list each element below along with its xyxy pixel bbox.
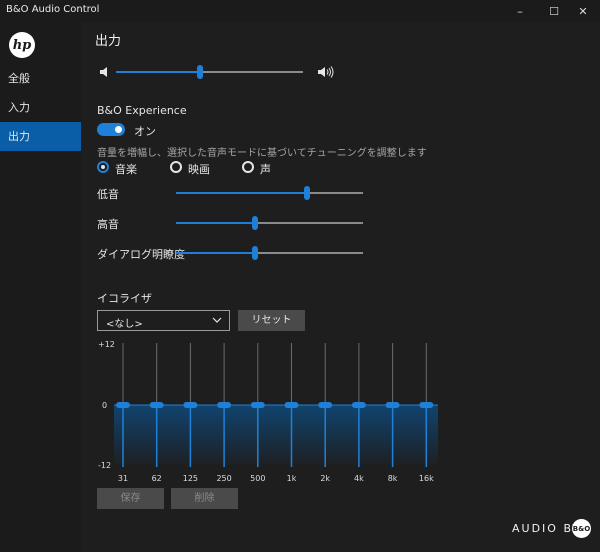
eq-band-frequency-label: 31 (118, 474, 128, 483)
slider-thumb[interactable] (251, 246, 258, 260)
slider-thumb[interactable] (197, 65, 204, 79)
eq-band-thumb[interactable] (385, 402, 400, 408)
delete-button[interactable]: 削除 (171, 488, 238, 509)
radio-movie[interactable] (170, 161, 182, 173)
sidebar-item-label: 出力 (8, 130, 30, 143)
sidebar: hp 全般 入力 出力 (0, 22, 81, 552)
bass-label: 低音 (97, 188, 119, 201)
eq-preset-value: <なし> (106, 319, 143, 330)
volume-slider[interactable] (116, 65, 303, 79)
slider-thumb[interactable] (303, 186, 310, 200)
eq-band-thumb[interactable] (318, 402, 333, 408)
speaker-high-icon[interactable] (317, 65, 335, 79)
sidebar-item-label: 全般 (8, 72, 30, 85)
slider-fill (176, 222, 255, 224)
eq-scale-mid-label: 0 (102, 401, 107, 410)
eq-band-frequency-label: 1k (287, 474, 297, 483)
slider-fill (176, 252, 255, 254)
sidebar-item-general[interactable]: 全般 (0, 64, 81, 93)
brand-text: AUDIO BY (512, 522, 582, 535)
dialog-clarity-label: ダイアログ明瞭度 (97, 248, 185, 261)
eq-band-frequency-label: 8k (388, 474, 398, 483)
radio-movie-label[interactable]: 映画 (188, 161, 210, 177)
eq-band-frequency-label: 2k (320, 474, 330, 483)
dialog-clarity-slider[interactable] (176, 246, 363, 260)
maximize-icon: ☐ (549, 4, 559, 18)
radio-voice-label[interactable]: 声 (260, 161, 271, 177)
radio-voice[interactable] (242, 161, 254, 173)
eq-band-thumb[interactable] (284, 402, 299, 408)
speaker-low-icon[interactable] (99, 66, 109, 78)
eq-band-thumb[interactable] (149, 402, 164, 408)
minimize-icon: – (517, 4, 523, 18)
eq-band-thumb[interactable] (250, 402, 265, 408)
eq-band-frequency-label: 250 (216, 474, 231, 483)
sidebar-item-label: 入力 (8, 101, 30, 114)
eq-preset-select[interactable]: <なし> (97, 310, 230, 331)
eq-band-thumb[interactable] (116, 402, 130, 408)
chevron-down-icon (212, 317, 222, 323)
toggle-state-label: オン (134, 125, 156, 138)
treble-slider[interactable] (176, 216, 363, 230)
hp-logo: hp (9, 32, 35, 58)
sidebar-item-input[interactable]: 入力 (0, 93, 81, 122)
eq-scale-max-label: +12 (98, 340, 115, 349)
reset-button[interactable]: リセット (238, 310, 305, 331)
treble-label: 高音 (97, 218, 119, 231)
equalizer-label: イコライザ (97, 292, 152, 305)
toggle-knob (115, 126, 122, 133)
bo-experience-description: 音量を増幅し、選択した音声モードに基づいてチューニングを調整します (97, 148, 427, 159)
bo-experience-label: B&O Experience (97, 104, 187, 117)
window-title: B&O Audio Control (6, 4, 100, 15)
eq-band-frequency-label: 4k (354, 474, 364, 483)
slider-fill (176, 192, 307, 194)
radio-music[interactable] (97, 161, 109, 173)
eq-band-frequency-label: 125 (183, 474, 198, 483)
eq-band-thumb[interactable] (351, 402, 366, 408)
bo-logo: B&O (572, 519, 591, 538)
eq-band-thumb[interactable] (217, 402, 232, 408)
close-icon: ✕ (578, 4, 588, 18)
slider-thumb[interactable] (251, 216, 258, 230)
main-panel: 出力 B&O Experience オン 音量を増幅し、選択した音声モードに基づ… (81, 22, 600, 552)
radio-music-label[interactable]: 音楽 (115, 161, 137, 177)
eq-band-frequency-label: 16k (419, 474, 434, 483)
eq-band-frequency-label: 500 (250, 474, 265, 483)
title-bar: B&O Audio Control – ☐ ✕ (0, 0, 600, 22)
slider-fill (116, 71, 201, 73)
minimize-button[interactable]: – (503, 0, 537, 22)
sidebar-item-output[interactable]: 出力 (0, 122, 81, 151)
close-button[interactable]: ✕ (566, 0, 600, 22)
eq-band-thumb[interactable] (419, 402, 434, 408)
save-button[interactable]: 保存 (97, 488, 164, 509)
bo-experience-toggle[interactable] (97, 123, 125, 136)
page-title: 出力 (95, 34, 122, 49)
eq-band-frequency-label: 62 (152, 474, 162, 483)
bass-slider[interactable] (176, 186, 363, 200)
eq-band-thumb[interactable] (183, 402, 198, 408)
eq-scale-min-label: -12 (98, 461, 111, 470)
